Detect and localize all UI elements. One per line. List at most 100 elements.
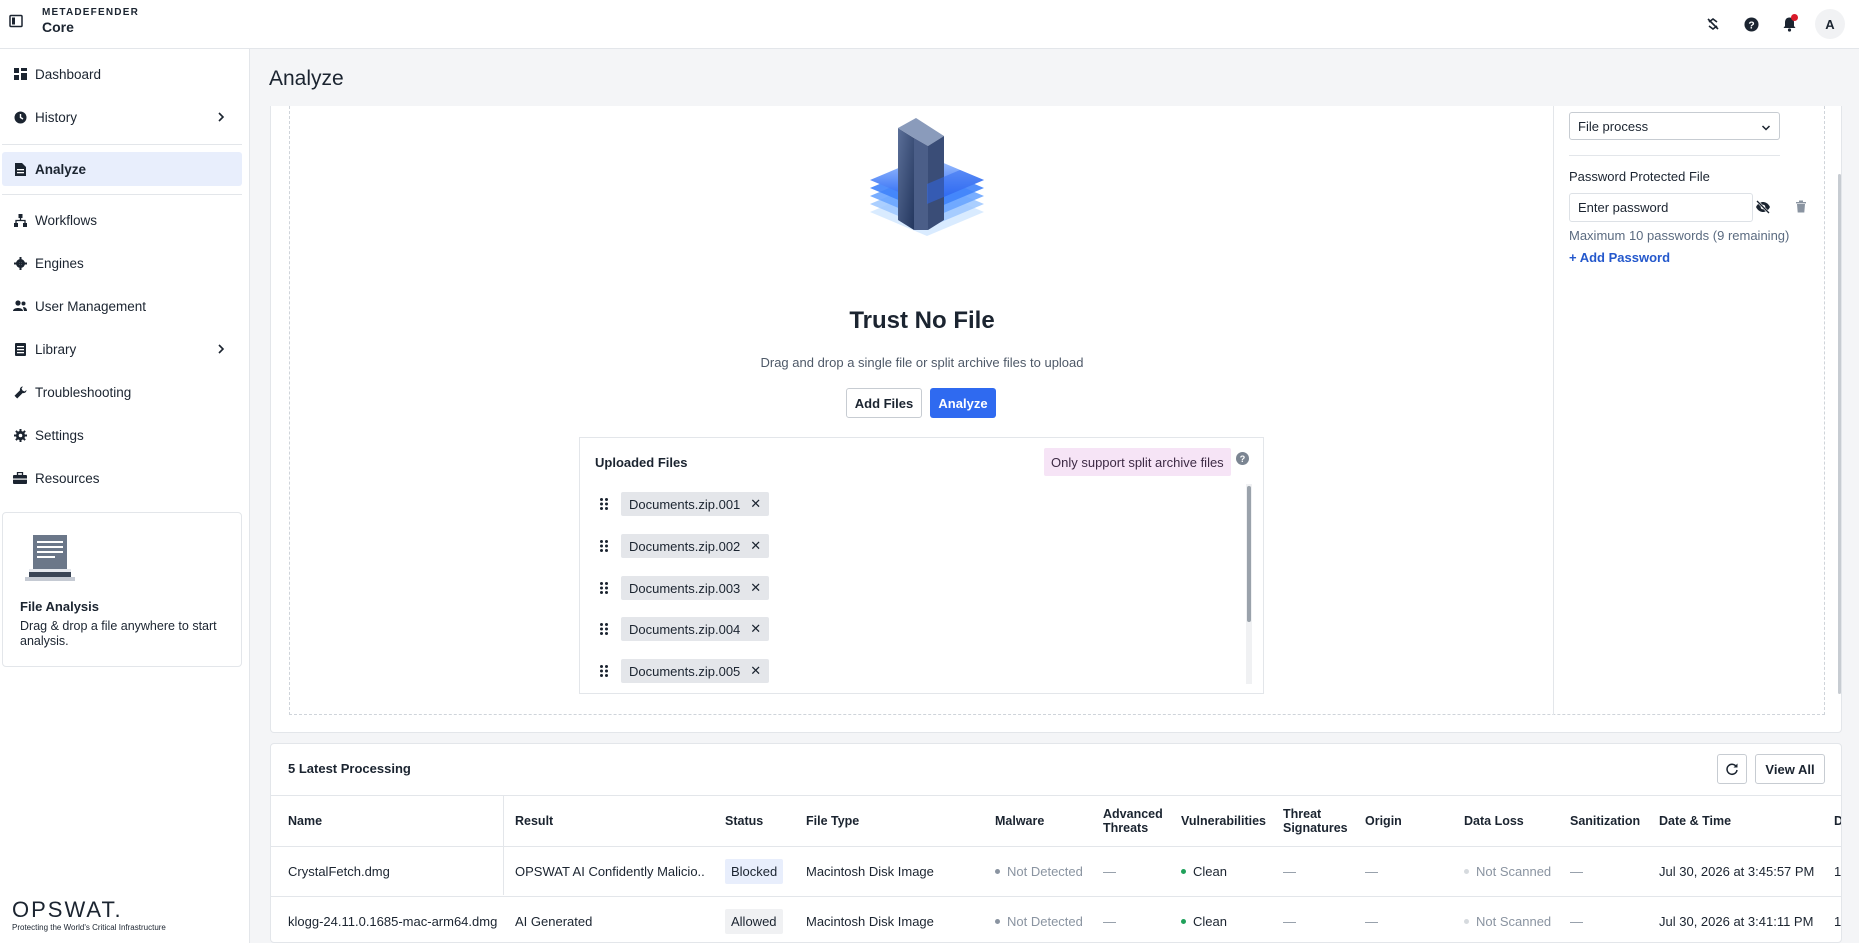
- column-header[interactable]: Vulnerabilities: [1181, 796, 1266, 846]
- password-label: Password Protected File: [1569, 169, 1710, 184]
- list-item[interactable]: Documents.zip.001 ✕: [599, 492, 770, 516]
- chevron-down-icon: [1761, 121, 1771, 131]
- trash-icon[interactable]: [1795, 200, 1809, 214]
- cell-origin: —: [1365, 863, 1378, 879]
- list-item[interactable]: Documents.zip.003 ✕: [599, 576, 770, 600]
- add-files-button[interactable]: Add Files: [846, 388, 922, 418]
- cell-date-time: Jul 30, 2026 at 3:41:11 PM: [1659, 913, 1814, 929]
- sidebar-item-analyze[interactable]: Analyze: [2, 152, 242, 186]
- column-header[interactable]: File Type: [806, 796, 859, 846]
- analyze-button[interactable]: Analyze: [930, 388, 996, 418]
- library-icon: [13, 342, 27, 356]
- close-icon[interactable]: ✕: [750, 663, 761, 679]
- sidebar-item-dashboard[interactable]: Dashboard: [2, 57, 242, 91]
- sidebar-item-library[interactable]: Library: [2, 332, 242, 366]
- sidebar-item-label: Analyze: [35, 161, 87, 177]
- cell-origin: —: [1365, 913, 1378, 929]
- avatar[interactable]: A: [1815, 9, 1845, 39]
- vulnerabilities-text: Clean: [1193, 863, 1227, 879]
- cell-extra: 1: [1834, 913, 1842, 929]
- sidebar-item-label: Library: [35, 341, 77, 357]
- uploaded-files-title: Uploaded Files: [595, 455, 688, 470]
- sync-off-icon[interactable]: [1701, 12, 1725, 36]
- vulnerabilities-text: Clean: [1193, 913, 1227, 929]
- upload-title: Trust No File: [849, 307, 995, 334]
- sidebar-item-label: Workflows: [35, 212, 98, 228]
- column-header[interactable]: D: [1834, 796, 1841, 846]
- sidebar-item-label: Resources: [35, 470, 100, 486]
- close-icon[interactable]: ✕: [750, 621, 761, 637]
- divider: [2, 144, 242, 145]
- hero-illustration-icon: [864, 116, 990, 256]
- sidebar-item-label: Troubleshooting: [35, 384, 132, 400]
- file-name: Documents.zip.003: [629, 580, 741, 596]
- drag-handle-icon[interactable]: [599, 581, 609, 595]
- file-name: Documents.zip.002: [629, 538, 741, 554]
- status-dot-icon: [995, 868, 1000, 874]
- sidebar-item-history[interactable]: History: [2, 100, 242, 134]
- column-header[interactable]: Data Loss: [1464, 796, 1524, 846]
- close-icon[interactable]: ✕: [750, 538, 761, 554]
- eye-off-icon[interactable]: [1755, 199, 1771, 215]
- brand-top: METADEFENDER: [42, 7, 139, 18]
- dashboard-icon: [13, 67, 27, 81]
- add-password-link[interactable]: + Add Password: [1569, 250, 1670, 265]
- table-row[interactable]: CrystalFetch.dmg OPSWAT AI Confidently M…: [271, 847, 1841, 897]
- close-icon[interactable]: ✕: [750, 580, 761, 596]
- drag-handle-icon[interactable]: [599, 664, 609, 678]
- column-header[interactable]: Date & Time: [1659, 796, 1731, 846]
- column-header[interactable]: Sanitization: [1570, 796, 1640, 846]
- column-header[interactable]: Threat Signatures: [1283, 796, 1349, 846]
- cell-data-loss: Not Scanned: [1464, 847, 1551, 895]
- sidebar-item-settings[interactable]: Settings: [2, 418, 242, 452]
- sidebar-toggle-icon[interactable]: [8, 13, 24, 29]
- malware-text: Not Detected: [1007, 913, 1083, 929]
- view-all-button[interactable]: View All: [1755, 754, 1825, 784]
- status-dot-icon: [1464, 868, 1469, 874]
- cell-result: AI Generated: [515, 913, 593, 929]
- users-icon: [13, 299, 27, 313]
- sidebar-item-troubleshooting[interactable]: Troubleshooting: [2, 375, 242, 409]
- scrollbar[interactable]: [1838, 174, 1841, 694]
- brand-bottom: Core: [42, 19, 74, 35]
- cell-malware: Not Detected: [995, 897, 1083, 942]
- column-header[interactable]: Status: [725, 796, 763, 846]
- column-header[interactable]: Result: [515, 796, 553, 846]
- brand-logo[interactable]: METADEFENDER Core: [42, 7, 139, 35]
- close-icon[interactable]: ✕: [750, 496, 761, 512]
- svg-text:?: ?: [1748, 20, 1754, 31]
- drag-handle-icon[interactable]: [599, 622, 609, 636]
- drag-handle-icon[interactable]: [599, 497, 609, 511]
- file-chip: Documents.zip.005 ✕: [621, 659, 770, 683]
- file-chip: Documents.zip.002 ✕: [621, 534, 770, 558]
- list-item[interactable]: Documents.zip.005 ✕: [599, 659, 770, 683]
- help-icon[interactable]: ?: [1739, 12, 1763, 36]
- sidebar-item-user-management[interactable]: User Management: [2, 289, 242, 323]
- list-item[interactable]: Documents.zip.002 ✕: [599, 534, 770, 558]
- column-header[interactable]: Origin: [1365, 796, 1402, 846]
- sidebar-item-engines[interactable]: Engines: [2, 246, 242, 280]
- column-header[interactable]: Advanced Threats: [1103, 796, 1165, 846]
- file-chip: Documents.zip.004 ✕: [621, 617, 770, 641]
- cell-name[interactable]: CrystalFetch.dmg: [288, 847, 390, 895]
- workflow-select[interactable]: File process: [1569, 112, 1780, 140]
- column-header[interactable]: Malware: [995, 796, 1044, 846]
- drag-handle-icon[interactable]: [599, 539, 609, 553]
- sidebar-item-resources[interactable]: Resources: [2, 461, 242, 495]
- data-loss-text: Not Scanned: [1476, 863, 1552, 879]
- file-analysis-card[interactable]: File Analysis Drag & drop a file anywher…: [2, 512, 242, 667]
- malware-text: Not Detected: [1007, 863, 1083, 879]
- sidebar-item-workflows[interactable]: Workflows: [2, 203, 242, 237]
- column-header[interactable]: Name: [288, 796, 322, 846]
- table-row[interactable]: klogg-24.11.0.1685-mac-arm64.dmg AI Gene…: [271, 897, 1842, 942]
- cell-name[interactable]: klogg-24.11.0.1685-mac-arm64.dmg: [288, 897, 497, 942]
- password-input[interactable]: [1569, 193, 1753, 222]
- help-icon[interactable]: ?: [1236, 452, 1249, 465]
- scrollbar[interactable]: [1247, 486, 1251, 622]
- list-item[interactable]: Documents.zip.004 ✕: [599, 617, 770, 641]
- notifications-icon[interactable]: [1777, 12, 1801, 36]
- refresh-button[interactable]: [1717, 754, 1747, 784]
- cell-vulnerabilities: Clean: [1181, 847, 1227, 895]
- status-badge: Blocked: [725, 858, 784, 884]
- file-chip: Documents.zip.003 ✕: [621, 576, 770, 600]
